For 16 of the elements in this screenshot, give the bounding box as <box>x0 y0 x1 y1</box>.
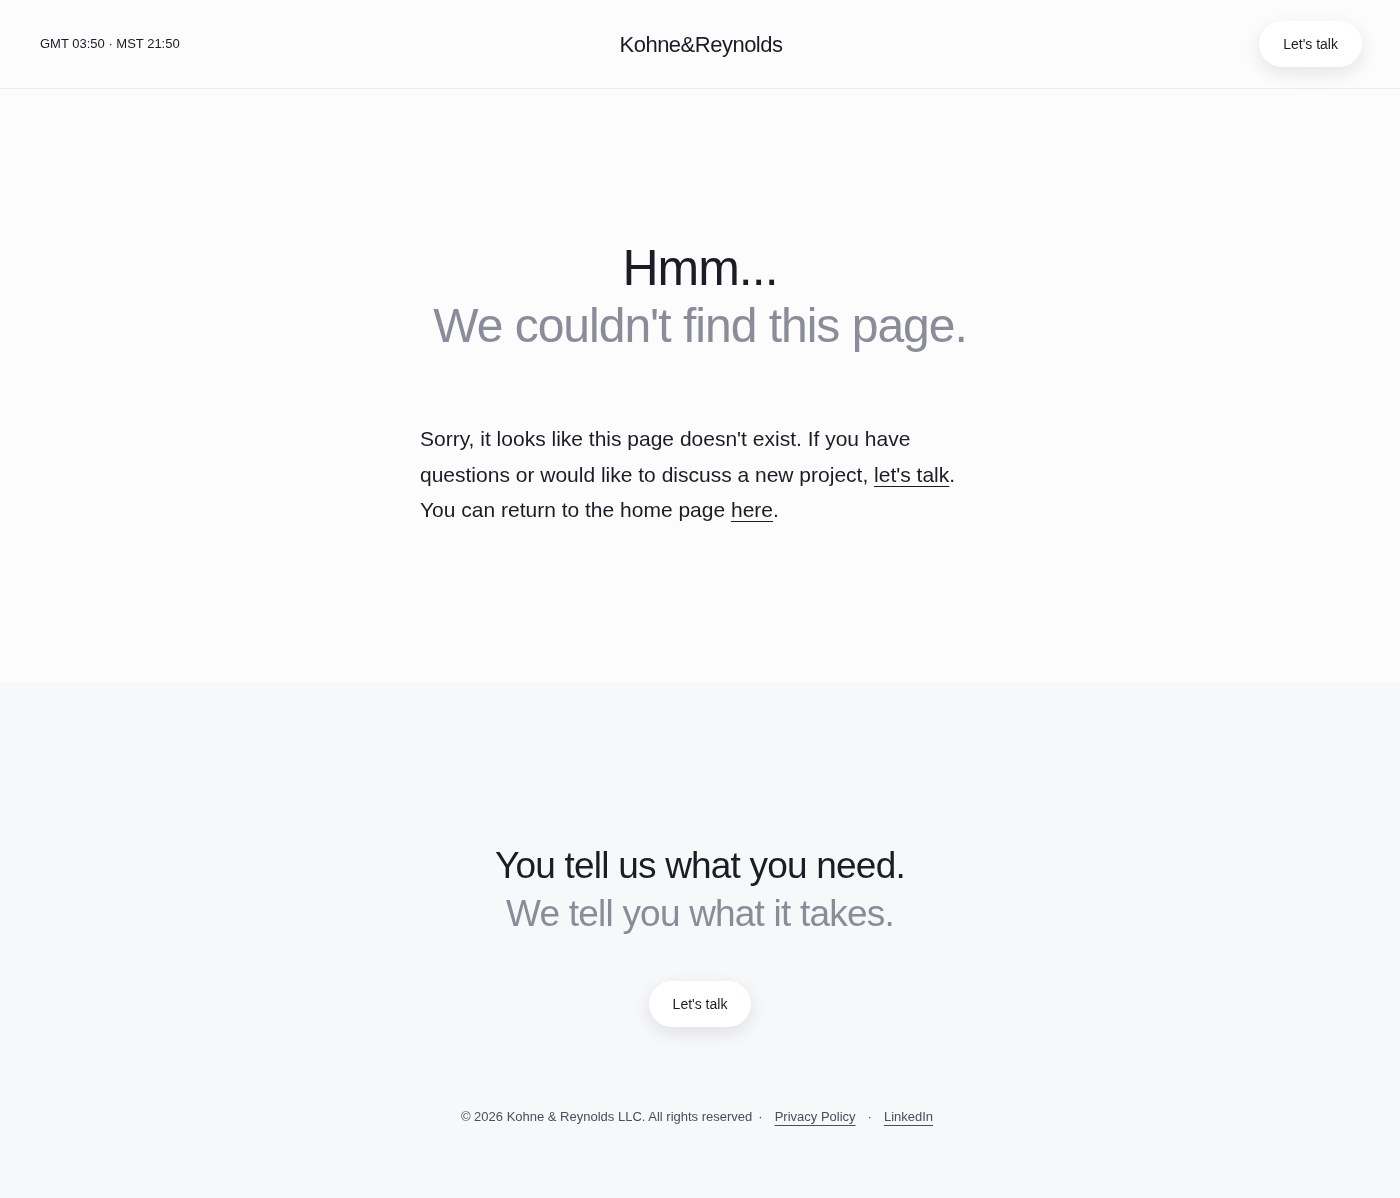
lets-talk-button[interactable]: Let's talk <box>1259 21 1362 67</box>
footer-link[interactable]: LinkedIn <box>877 1107 940 1127</box>
time-zones-text: GMT 03:50 · MST 21:50 <box>40 35 180 54</box>
inline-link[interactable]: let's talk <box>874 462 950 486</box>
footer-link[interactable]: Privacy Policy <box>768 1107 862 1127</box>
logo-text[interactable]: Kohne&Reynolds <box>619 27 783 61</box>
contact-title: You tell us what you need. <box>495 844 905 888</box>
error-subtitle: We couldn't find this page. <box>433 298 967 354</box>
error-title: Hmm... <box>622 239 778 297</box>
separator-dot: · <box>866 1108 873 1126</box>
lets-talk-button[interactable]: Let's talk <box>648 981 752 1027</box>
copyright-text: © 2026 Kohne & Reynolds LLC. All rights reserved <box>460 1108 753 1126</box>
separator-dot: · <box>757 1108 764 1126</box>
inline-link[interactable]: here <box>730 498 773 521</box>
error-message: Sorry, it looks like this page doesn't exist. If you have questions or would like to discuss a new project, let's talk. You can return to the home page here. <box>420 426 957 523</box>
contact-subtitle: We tell you what it takes. <box>506 892 894 936</box>
